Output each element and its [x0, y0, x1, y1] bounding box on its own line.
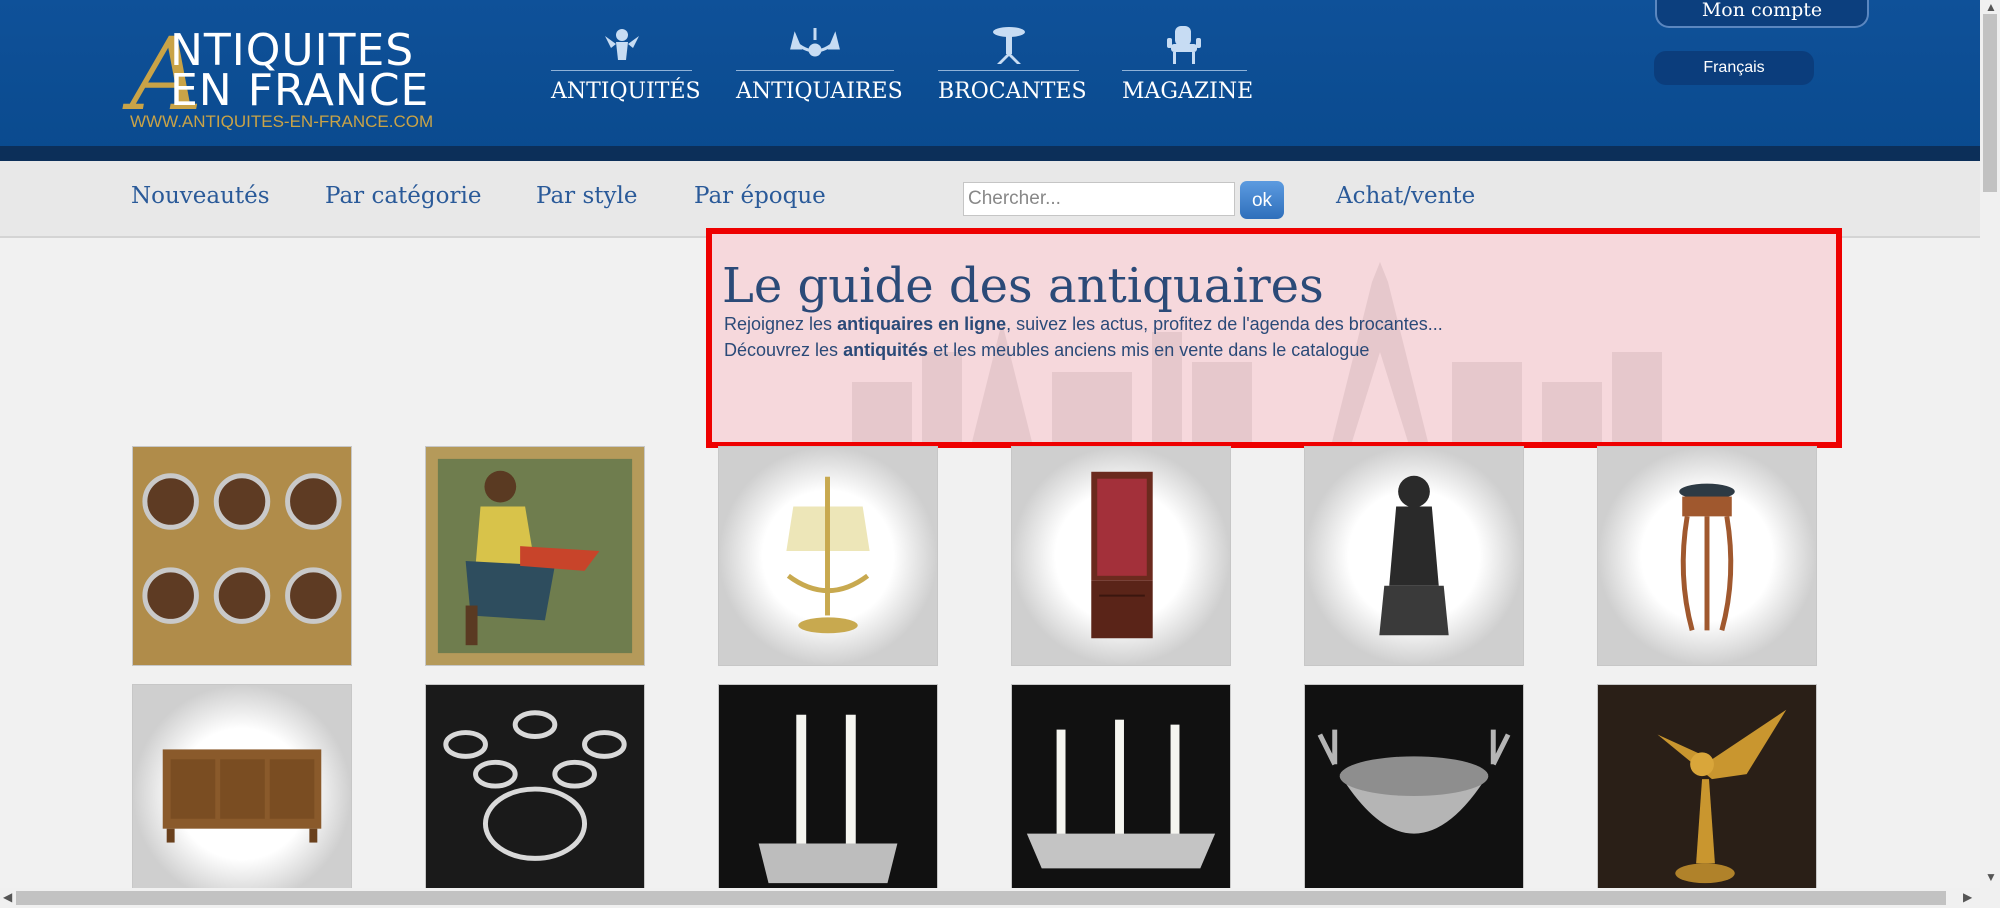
logo-url: WWW.ANTIQUITES-EN-FRANCE.COM	[130, 112, 434, 131]
logo-line-2: EN FRANCE	[170, 65, 430, 116]
vertical-scroll-thumb[interactable]	[1983, 14, 1997, 192]
guide-banner: Le guide des antiquaires Rejoignez les a…	[706, 228, 1842, 448]
antiquites-link[interactable]: antiquités	[843, 340, 928, 360]
guide-line-2-rest: et les meubles anciens mis en vente dans…	[928, 340, 1370, 360]
nav-brocantes[interactable]: BROCANTES	[938, 22, 1087, 112]
account-button[interactable]: Mon compte	[1655, 0, 1869, 28]
cherub-icon	[551, 22, 692, 71]
crystal-candelabra-thumbnail[interactable]	[425, 684, 645, 904]
three-candle-tray-thumbnail[interactable]	[1011, 684, 1231, 904]
nav-antiquites-label: ANTIQUITÉS	[551, 79, 701, 104]
horizontal-scroll-thumb[interactable]	[16, 891, 1946, 905]
header-divider	[0, 146, 1980, 161]
nav-antiquites[interactable]: ANTIQUITÉS	[551, 22, 701, 112]
horizontal-scrollbar[interactable]: ◀ ▶	[0, 888, 2000, 908]
guide-line-2-text: Découvrez les	[724, 340, 844, 360]
two-candle-holder-thumbnail[interactable]	[718, 684, 938, 904]
bronze-statue-thumbnail[interactable]	[1304, 446, 1524, 666]
subnav-achat-vente[interactable]: Achat/vente	[1336, 183, 1475, 209]
vitrine-cabinet-thumbnail[interactable]	[1011, 446, 1231, 666]
subnav-par-style[interactable]: Par style	[536, 183, 637, 209]
scroll-left-arrow-icon[interactable]: ◀	[3, 890, 12, 904]
armchair-icon	[1122, 22, 1247, 71]
guide-line-1: Rejoignez les antiquaires en ligne, suiv…	[724, 314, 1443, 335]
guide-line-1-text: Rejoignez les	[724, 314, 838, 334]
site-header: A NTIQUITES EN FRANCE WWW.ANTIQUITES-EN-…	[0, 0, 1980, 161]
subnav-par-epoque[interactable]: Par époque	[694, 183, 826, 209]
nav-magazine[interactable]: MAGAZINE	[1122, 22, 1254, 112]
vertical-scrollbar[interactable]: ▲ ▼	[1980, 0, 2000, 888]
search-input[interactable]	[963, 182, 1235, 216]
subnav-nouveautes[interactable]: Nouveautés	[131, 183, 270, 209]
site-logo[interactable]: A NTIQUITES EN FRANCE WWW.ANTIQUITES-EN-…	[130, 25, 450, 135]
gueridon-table-icon	[938, 22, 1079, 71]
secondary-nav: Nouveautés Par catégorie Par style Par é…	[0, 161, 1980, 238]
guide-title: Le guide des antiquaires	[722, 258, 1324, 314]
sideboard-thumbnail[interactable]	[132, 684, 352, 904]
nav-magazine-label: MAGAZINE	[1122, 79, 1254, 104]
guide-line-2: Découvrez les antiquités et les meubles …	[724, 340, 1369, 361]
chandelier-icon	[736, 22, 894, 71]
nav-antiquaires-label: ANTIQUAIRES	[736, 79, 903, 104]
language-selector[interactable]: Français	[1654, 51, 1814, 85]
nav-brocantes-label: BROCANTES	[938, 79, 1087, 104]
search-ok-button[interactable]: ok	[1240, 181, 1284, 219]
painting-seated-woman-thumbnail[interactable]	[425, 446, 645, 666]
nav-antiquaires[interactable]: ANTIQUAIRES	[736, 22, 903, 112]
scroll-up-arrow-icon[interactable]: ▲	[1985, 0, 1997, 14]
antiquaires-en-ligne-link[interactable]: antiquaires en ligne	[837, 314, 1006, 334]
guide-line-1-rest: , suivez les actus, profitez de l'agenda…	[1006, 314, 1443, 334]
bouillotte-lamp-thumbnail[interactable]	[718, 446, 938, 666]
silver-bowl-antlers-thumbnail[interactable]	[1304, 684, 1524, 904]
pedestal-table-thumbnail[interactable]	[1597, 446, 1817, 666]
gilded-eagle-thumbnail[interactable]	[1597, 684, 1817, 904]
subnav-par-categorie[interactable]: Par catégorie	[325, 183, 481, 209]
scroll-down-arrow-icon[interactable]: ▼	[1985, 870, 1997, 884]
six-silver-plates-thumbnail[interactable]	[132, 446, 352, 666]
scroll-right-arrow-icon[interactable]: ▶	[1963, 890, 1972, 904]
